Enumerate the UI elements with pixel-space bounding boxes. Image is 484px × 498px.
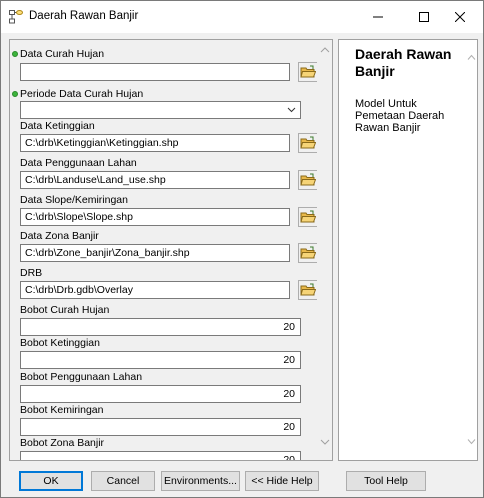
param-label: DRB: [20, 267, 43, 279]
open-folder-icon: [300, 246, 316, 259]
data-slope-input[interactable]: C:\drb\Slope\Slope.shp: [20, 208, 290, 226]
tool-help-button[interactable]: Tool Help: [346, 471, 426, 491]
bobot-penggunaan-lahan-input[interactable]: 20: [20, 385, 301, 403]
param-label: Bobot Zona Banjir: [20, 437, 105, 449]
parameters-pane: Data Curah Hujan Periode Data Curah Huja…: [9, 39, 333, 461]
param-label: Periode Data Curah Hujan: [20, 88, 144, 100]
scroll-down-icon[interactable]: [320, 438, 330, 446]
help-pane: Daerah Rawan Banjir Model Untuk Pemetaan…: [338, 39, 478, 461]
param-label: Data Ketinggian: [20, 120, 95, 132]
param-label: Data Slope/Kemiringan: [20, 194, 128, 206]
open-folder-icon: [300, 210, 316, 223]
scroll-up-icon[interactable]: [467, 54, 476, 61]
periode-data-select[interactable]: [20, 101, 301, 119]
model-tool-icon: [9, 10, 23, 24]
ok-button[interactable]: OK: [19, 471, 83, 491]
browse-folder-button[interactable]: [298, 133, 318, 153]
browse-folder-button[interactable]: [298, 243, 318, 263]
bobot-curah-hujan-input[interactable]: 20: [20, 318, 301, 336]
bobot-kemiringan-input[interactable]: 20: [20, 418, 301, 436]
param-label: Data Penggunaan Lahan: [20, 157, 137, 169]
required-indicator-icon: [12, 51, 18, 57]
browse-folder-button[interactable]: [298, 62, 318, 82]
help-title: Daerah Rawan Banjir: [355, 46, 452, 79]
browse-folder-button[interactable]: [298, 170, 318, 190]
minimize-button[interactable]: [355, 1, 401, 33]
scroll-up-icon[interactable]: [320, 46, 330, 54]
open-folder-icon: [300, 65, 316, 78]
bobot-ketinggian-input[interactable]: 20: [20, 351, 301, 369]
param-label: Bobot Penggunaan Lahan: [20, 371, 143, 383]
param-label: Data Curah Hujan: [20, 48, 105, 60]
chevron-down-icon: [287, 107, 296, 113]
drb-input[interactable]: C:\drb\Drb.gdb\Overlay: [20, 281, 290, 299]
data-ketinggian-input[interactable]: C:\drb\Ketinggian\Ketinggian.shp: [20, 134, 290, 152]
browse-folder-button[interactable]: [298, 280, 318, 300]
open-folder-icon: [300, 283, 316, 296]
data-penggunaan-lahan-input[interactable]: C:\drb\Landuse\Land_use.shp: [20, 171, 290, 189]
button-bar: OK Cancel Environments... << Hide Help T…: [1, 465, 483, 497]
required-indicator-icon: [12, 91, 18, 97]
parameters-scrollbar[interactable]: [317, 40, 332, 460]
param-label: Data Zona Banjir: [20, 230, 99, 242]
param-label: Bobot Ketinggian: [20, 337, 100, 349]
window-title: Daerah Rawan Banjir: [29, 10, 139, 22]
open-folder-icon: [300, 136, 316, 149]
title-bar: Daerah Rawan Banjir: [1, 1, 483, 33]
data-curah-hujan-input[interactable]: [20, 63, 290, 81]
tool-dialog-window: Daerah Rawan Banjir Data Curah Hujan Per…: [0, 0, 484, 498]
close-button[interactable]: [437, 1, 483, 33]
data-zona-banjir-input[interactable]: C:\drb\Zone_banjir\Zona_banjir.shp: [20, 244, 290, 262]
scroll-down-icon[interactable]: [467, 438, 476, 445]
open-folder-icon: [300, 173, 316, 186]
cancel-button[interactable]: Cancel: [91, 471, 155, 491]
browse-folder-button[interactable]: [298, 207, 318, 227]
environments-button[interactable]: Environments...: [161, 471, 240, 491]
param-label: Bobot Curah Hujan: [20, 304, 110, 316]
hide-help-button[interactable]: << Hide Help: [245, 471, 319, 491]
bobot-zona-banjir-input[interactable]: 20: [20, 451, 301, 460]
help-description: Model Untuk Pemetaan Daerah Rawan Banjir: [355, 98, 445, 134]
param-label: Bobot Kemiringan: [20, 404, 104, 416]
